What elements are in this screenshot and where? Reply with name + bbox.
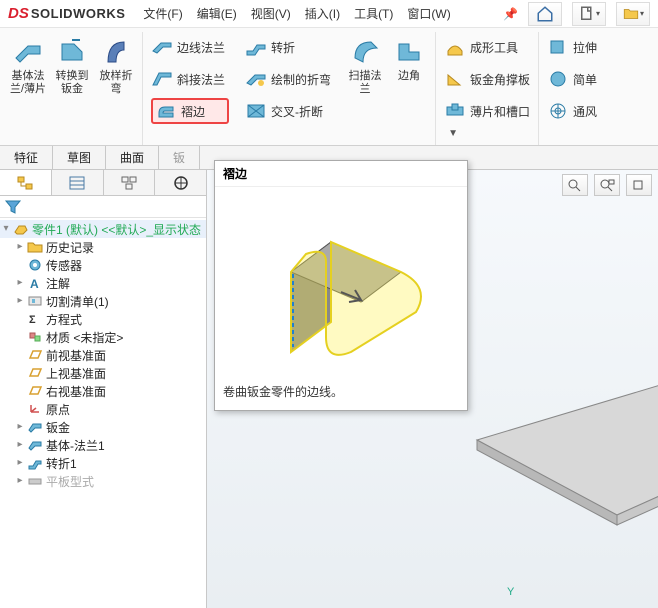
- zoom-fit-icon[interactable]: [562, 174, 588, 196]
- miter-flange-button[interactable]: 斜接法兰: [151, 66, 229, 92]
- menu-window[interactable]: 窗口(W): [407, 5, 450, 22]
- hem-tooltip: 褶边 卷曲钣金零件的边线。: [214, 160, 468, 411]
- axis-label: Y: [507, 586, 514, 598]
- view-orient-icon[interactable]: [626, 174, 652, 196]
- tree-item[interactable]: Σ方程式: [0, 310, 206, 328]
- sidetab-feature-tree[interactable]: [0, 170, 52, 195]
- menu-edit[interactable]: 编辑(E): [197, 5, 237, 22]
- svg-text:Σ: Σ: [29, 314, 36, 326]
- tree-item[interactable]: 传感器: [0, 256, 206, 274]
- app-logo: DS SOLIDWORKS: [8, 5, 125, 22]
- ribbon-overflow-icon[interactable]: ▼: [448, 128, 458, 139]
- home-button[interactable]: [528, 2, 562, 26]
- tab-feature[interactable]: 特征: [0, 146, 53, 169]
- tree-item[interactable]: ▸平板型式: [0, 472, 206, 490]
- filter-icon[interactable]: [4, 198, 22, 216]
- tab-sketch[interactable]: 草图: [53, 146, 106, 169]
- tab-slot-button[interactable]: 薄片和槽口: [444, 98, 530, 124]
- tree-item[interactable]: ▸切割清单(1): [0, 292, 206, 310]
- gusset-button[interactable]: 钣金角撑板: [444, 66, 530, 92]
- model-sheet: [467, 360, 658, 530]
- tooltip-preview: [215, 187, 467, 377]
- tree-root[interactable]: ▾ 零件1 (默认) <<默认>_显示状态: [0, 220, 206, 238]
- tooltip-description: 卷曲钣金零件的边线。: [215, 377, 467, 410]
- vent-button[interactable]: 通风: [547, 98, 597, 124]
- convert-sheetmetal-button[interactable]: 转换到 钣金: [50, 32, 94, 96]
- tab-sheetmetal[interactable]: 钣: [159, 146, 200, 169]
- zoom-area-icon[interactable]: [594, 174, 620, 196]
- tree-item[interactable]: ▸钣金: [0, 418, 206, 436]
- sidetab-property[interactable]: [52, 170, 104, 195]
- sidetab-config[interactable]: [104, 170, 156, 195]
- edge-flange-button[interactable]: 边线法兰: [151, 34, 229, 60]
- svg-text:A: A: [30, 277, 39, 290]
- new-button[interactable]: ▾: [572, 2, 606, 26]
- forming-tool-button[interactable]: 成形工具: [444, 34, 530, 60]
- tree-item[interactable]: ▸基体-法兰1: [0, 436, 206, 454]
- sweep-flange-button[interactable]: 扫描法 兰: [343, 32, 387, 96]
- tree-item[interactable]: ▸A注解: [0, 274, 206, 292]
- tree-item[interactable]: 右视基准面: [0, 382, 206, 400]
- tree-item[interactable]: ▸历史记录: [0, 238, 206, 256]
- tree-item[interactable]: 原点: [0, 400, 206, 418]
- loft-bend-button[interactable]: 放样折 弯: [94, 32, 138, 96]
- extrude-button[interactable]: 拉伸: [547, 34, 597, 60]
- cross-break-button[interactable]: 交叉-折断: [245, 98, 331, 124]
- base-flange-button[interactable]: 基体法 兰/薄片: [6, 32, 50, 96]
- menu-view[interactable]: 视图(V): [251, 5, 291, 22]
- tree-item[interactable]: ▸转折1: [0, 454, 206, 472]
- simple-button[interactable]: 简单: [547, 66, 597, 92]
- main-menu: 文件(F) 编辑(E) 视图(V) 插入(I) 工具(T) 窗口(W): [143, 5, 450, 22]
- tree-item[interactable]: 前视基准面: [0, 346, 206, 364]
- corner-button[interactable]: 边角: [387, 32, 431, 96]
- tree-item[interactable]: 上视基准面: [0, 364, 206, 382]
- tooltip-title: 褶边: [215, 161, 467, 187]
- feature-tree: ▾ 零件1 (默认) <<默认>_显示状态 ▸历史记录 传感器▸A注解▸切割清单…: [0, 218, 206, 608]
- tab-surface[interactable]: 曲面: [106, 146, 159, 169]
- feature-tree-pane: ▾ 零件1 (默认) <<默认>_显示状态 ▸历史记录 传感器▸A注解▸切割清单…: [0, 170, 207, 608]
- open-button[interactable]: ▾: [616, 2, 650, 26]
- ribbon: 基体法 兰/薄片 转换到 钣金 放样折 弯 边线法兰 斜接法兰: [0, 28, 658, 146]
- tree-item[interactable]: 材质 <未指定>: [0, 328, 206, 346]
- hem-button[interactable]: 褶边: [151, 98, 229, 124]
- logo-prefix: DS: [8, 5, 29, 22]
- menu-tools[interactable]: 工具(T): [354, 5, 393, 22]
- sketched-bend-button[interactable]: 绘制的折弯: [245, 66, 331, 92]
- sidetab-dimxpert[interactable]: [155, 170, 206, 195]
- menu-file[interactable]: 文件(F): [143, 5, 182, 22]
- menu-insert[interactable]: 插入(I): [305, 5, 340, 22]
- jog-button[interactable]: 转折: [245, 34, 331, 60]
- pushpin-icon[interactable]: 📌: [503, 7, 518, 21]
- logo-name: SOLIDWORKS: [31, 6, 126, 21]
